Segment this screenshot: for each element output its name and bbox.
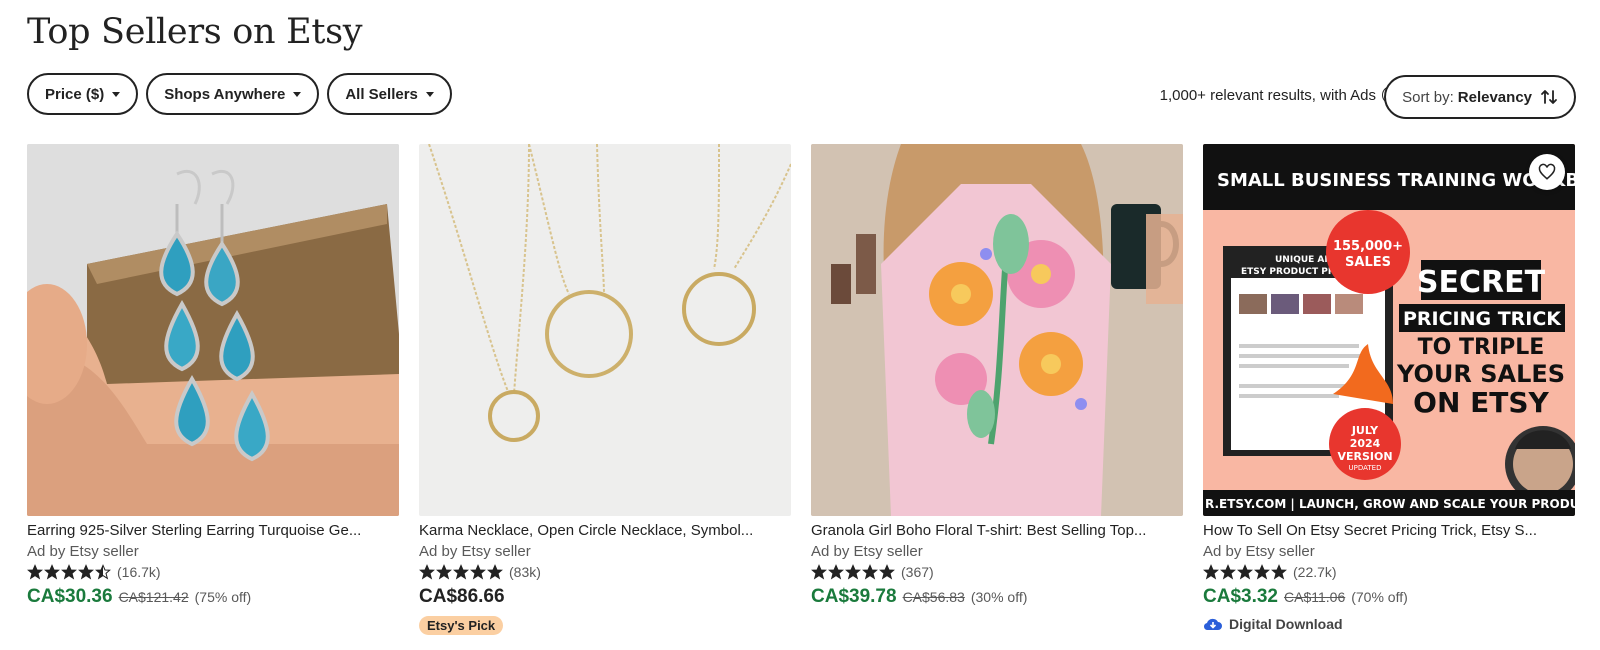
results-count-text: 1,000+ relevant results, with Ads <box>1159 86 1376 104</box>
discount-text: (70% off) <box>1351 589 1408 605</box>
svg-text:TO TRIPLE: TO TRIPLE <box>1418 335 1545 360</box>
product-rating: (16.7k) <box>27 564 399 580</box>
price-filter-label: Price ($) <box>45 85 105 103</box>
filter-bar: Price ($) Shops Anywhere All Sellers <box>27 73 452 115</box>
review-count: (83k) <box>509 564 541 580</box>
caret-down-icon <box>112 91 121 97</box>
svg-text:JULY: JULY <box>1351 424 1379 437</box>
discount-text: (75% off) <box>194 589 252 605</box>
results-summary: 1,000+ relevant results, with Ads ? <box>1160 86 1400 104</box>
caret-down-icon <box>293 91 302 97</box>
product-card[interactable]: Earring 925-Silver Sterling Earring Turq… <box>27 144 399 635</box>
shop-location-filter-label: Shops Anywhere <box>164 85 286 103</box>
star-icon <box>1220 564 1236 580</box>
product-card[interactable]: Karma Necklace, Open Circle Necklace, Sy… <box>419 144 791 635</box>
cloud-download-icon <box>1203 618 1222 631</box>
star-icon <box>879 564 895 580</box>
star-rating <box>419 564 503 580</box>
product-seller: Ad by Etsy seller <box>27 543 139 560</box>
star-icon <box>436 564 452 580</box>
svg-text:SALES: SALES <box>1345 255 1391 270</box>
original-price: CA$11.06 <box>1284 589 1346 605</box>
star-rating <box>1203 564 1287 580</box>
sale-price: CA$30.36 <box>27 586 113 607</box>
price: CA$86.66 <box>419 586 505 607</box>
star-rating <box>811 564 895 580</box>
page-title: Top Sellers on Etsy <box>27 12 363 52</box>
svg-text:2024: 2024 <box>1350 437 1381 450</box>
star-icon <box>419 564 435 580</box>
original-price: CA$121.42 <box>118 589 189 605</box>
sale-price: CA$39.78 <box>811 586 897 607</box>
star-icon <box>95 564 111 580</box>
product-seller: Ad by Etsy seller <box>1203 543 1315 560</box>
star-icon <box>1254 564 1270 580</box>
svg-text:UPDATED: UPDATED <box>1349 464 1382 472</box>
star-icon <box>845 564 861 580</box>
star-icon <box>44 564 60 580</box>
digital-download-label: Digital Download <box>1203 616 1575 632</box>
star-icon <box>453 564 469 580</box>
svg-text:SMALL BUSINESS TRAINING WORKBO: SMALL BUSINESS TRAINING WORKBOOK <box>1217 170 1575 191</box>
product-title[interactable]: Earring 925-Silver Sterling Earring Turq… <box>27 522 399 539</box>
price-row: CA$86.66 <box>419 586 791 608</box>
review-count: (22.7k) <box>1293 564 1337 580</box>
star-icon <box>862 564 878 580</box>
heart-icon <box>1538 163 1556 180</box>
price-row: CA$3.32 CA$11.06 (70% off) <box>1203 586 1575 608</box>
svg-text:SECRET: SECRET <box>1417 265 1546 300</box>
favorite-button[interactable] <box>1529 154 1565 190</box>
floral-tshirt-image[interactable] <box>811 144 1183 516</box>
review-count: (367) <box>901 564 934 580</box>
star-icon <box>27 564 43 580</box>
star-icon <box>828 564 844 580</box>
digital-download-text: Digital Download <box>1229 616 1343 632</box>
star-icon <box>470 564 486 580</box>
product-seller: Ad by Etsy seller <box>811 543 923 560</box>
star-icon <box>1271 564 1287 580</box>
seller-filter-label: All Sellers <box>345 85 418 103</box>
svg-text:YOUR SALES: YOUR SALES <box>1396 360 1565 388</box>
product-card[interactable]: Granola Girl Boho Floral T-shirt: Best S… <box>811 144 1183 635</box>
price-row: CA$30.36 CA$121.42 (75% off) <box>27 586 399 608</box>
turquoise-earrings-image[interactable] <box>27 144 399 516</box>
sort-arrows-icon <box>1541 90 1557 104</box>
price-row: CA$39.78 CA$56.83 (30% off) <box>811 586 1183 608</box>
product-title[interactable]: Karma Necklace, Open Circle Necklace, Sy… <box>419 522 791 539</box>
svg-text:VERSION: VERSION <box>1337 450 1392 463</box>
price-filter-button[interactable]: Price ($) <box>27 73 139 115</box>
svg-text:155,000+: 155,000+ <box>1333 239 1403 254</box>
star-icon <box>811 564 827 580</box>
product-seller: Ad by Etsy seller <box>419 543 531 560</box>
product-title[interactable]: How To Sell On Etsy Secret Pricing Trick… <box>1203 522 1575 539</box>
shop-location-filter-button[interactable]: Shops Anywhere <box>146 73 320 115</box>
sort-value: Relevancy <box>1457 88 1532 106</box>
svg-text:PRICING TRICK: PRICING TRICK <box>1403 308 1562 330</box>
seller-filter-button[interactable]: All Sellers <box>327 73 452 115</box>
sort-label: Sort by: <box>1402 88 1454 106</box>
star-rating <box>27 564 111 580</box>
star-icon <box>1237 564 1253 580</box>
product-rating: (22.7k) <box>1203 564 1575 580</box>
original-price: CA$56.83 <box>902 589 965 605</box>
star-icon <box>1203 564 1219 580</box>
product-card[interactable]: SMALL BUSINESS TRAINING WORKBOOK UNIQUE … <box>1203 144 1575 635</box>
sort-button[interactable]: Sort by: Relevancy <box>1384 75 1576 119</box>
product-grid: Earring 925-Silver Sterling Earring Turq… <box>27 144 1575 635</box>
product-rating: (367) <box>811 564 1183 580</box>
pricing-workbook-image[interactable]: SMALL BUSINESS TRAINING WORKBOOK UNIQUE … <box>1203 144 1575 516</box>
product-title[interactable]: Granola Girl Boho Floral T-shirt: Best S… <box>811 522 1183 539</box>
review-count: (16.7k) <box>117 564 161 580</box>
gold-circle-necklace-image[interactable] <box>419 144 791 516</box>
star-icon <box>61 564 77 580</box>
svg-text:R.ETSY.COM | LAUNCH, GROW AND: R.ETSY.COM | LAUNCH, GROW AND SCALE YOUR… <box>1205 497 1575 511</box>
etsys-pick-badge: Etsy's Pick <box>419 616 504 635</box>
caret-down-icon <box>425 91 434 97</box>
discount-text: (30% off) <box>970 589 1028 605</box>
svg-text:ON ETSY: ON ETSY <box>1413 386 1549 419</box>
star-icon <box>487 564 503 580</box>
sale-price: CA$3.32 <box>1203 586 1278 607</box>
product-rating: (83k) <box>419 564 791 580</box>
star-icon <box>78 564 94 580</box>
